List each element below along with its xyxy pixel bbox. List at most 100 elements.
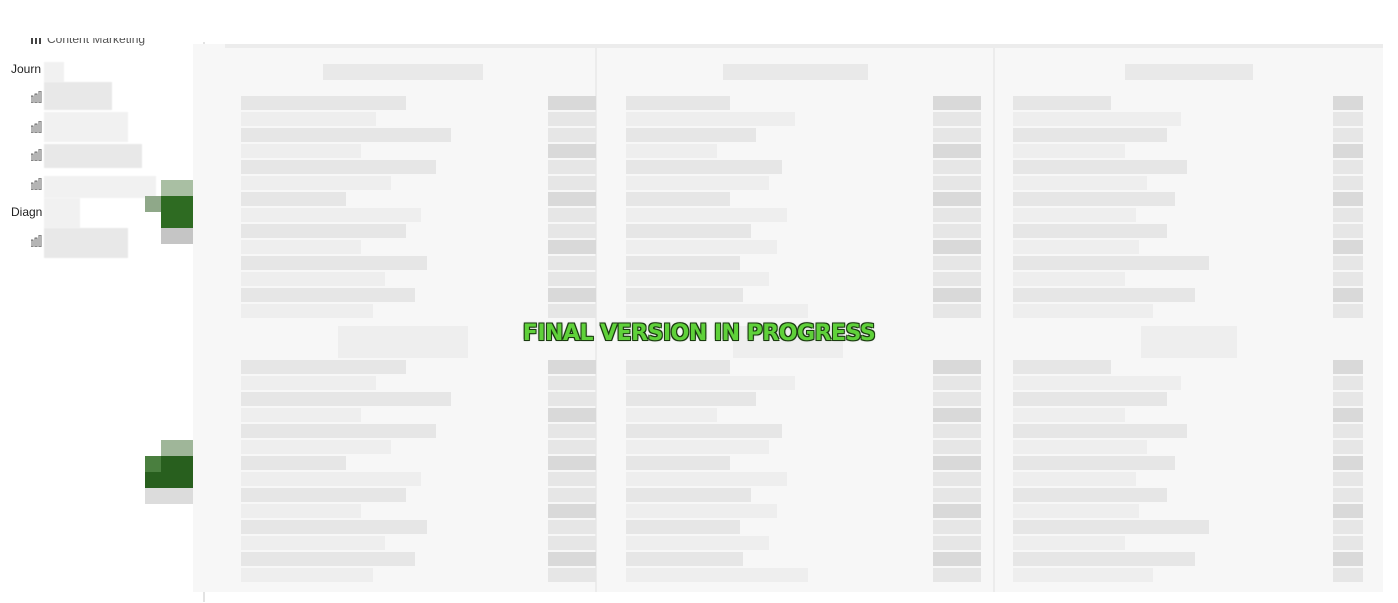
redacted-cell bbox=[626, 288, 743, 302]
redacted-label bbox=[44, 144, 142, 168]
watermark-text: FINAL VERSION IN PROGRESS bbox=[522, 321, 876, 346]
redacted-cell bbox=[1013, 224, 1167, 238]
redacted-cell bbox=[626, 504, 777, 518]
redacted-cell bbox=[548, 96, 596, 110]
sidebar-group-journeys[interactable]: Journ bbox=[11, 62, 41, 76]
redacted-cell bbox=[1333, 288, 1363, 302]
redacted-cell bbox=[548, 208, 596, 222]
redacted-cell bbox=[241, 176, 391, 190]
redacted-cell bbox=[933, 376, 981, 390]
redacted-cell bbox=[626, 256, 740, 270]
redacted-cell bbox=[626, 304, 808, 318]
redacted-cell bbox=[548, 376, 596, 390]
redacted-cell bbox=[1333, 504, 1363, 518]
redacted-cell bbox=[241, 144, 361, 158]
sidebar-subitem-4[interactable] bbox=[30, 177, 43, 195]
redacted-cell bbox=[1333, 424, 1363, 438]
redacted-cell bbox=[241, 360, 406, 374]
redacted-cell bbox=[626, 456, 730, 470]
redacted-cell bbox=[1013, 568, 1153, 582]
redacted-cell bbox=[548, 552, 596, 566]
bar-chart-icon bbox=[31, 38, 43, 44]
redacted-cell bbox=[241, 240, 361, 254]
sidebar-group-diagnostics[interactable]: Diagn bbox=[11, 205, 42, 219]
redacted-cell bbox=[1333, 144, 1363, 158]
redacted-label bbox=[44, 62, 64, 82]
redacted-cell bbox=[1333, 536, 1363, 550]
redacted-cell bbox=[241, 128, 451, 142]
redacted-cell bbox=[1333, 552, 1363, 566]
redacted-label bbox=[44, 112, 128, 142]
redacted-cell bbox=[548, 112, 596, 126]
redacted-cell bbox=[933, 568, 981, 582]
redacted-cell bbox=[1333, 392, 1363, 406]
redacted-cell bbox=[241, 568, 373, 582]
redacted-cell bbox=[241, 504, 361, 518]
redacted-cell bbox=[548, 472, 596, 486]
redacted-cell bbox=[1333, 568, 1363, 582]
redacted-cell bbox=[548, 304, 596, 318]
redacted-cell bbox=[933, 96, 981, 110]
redacted-cell bbox=[241, 440, 391, 454]
redacted-cell bbox=[1013, 304, 1153, 318]
redacted-cell bbox=[1013, 552, 1195, 566]
sidebar-subitem-2[interactable] bbox=[30, 120, 43, 138]
redacted-cell bbox=[933, 488, 981, 502]
redacted-cell bbox=[1013, 112, 1181, 126]
sidebar-subitem-5[interactable] bbox=[30, 234, 43, 252]
redacted-cell bbox=[933, 456, 981, 470]
redacted-cell bbox=[548, 392, 596, 406]
redacted-cell bbox=[1333, 208, 1363, 222]
sidebar-subitem-3[interactable] bbox=[30, 148, 43, 166]
redacted-cell bbox=[626, 144, 717, 158]
redacted-cell bbox=[241, 392, 451, 406]
redacted-cell bbox=[1013, 288, 1195, 302]
sidebar-item-content-marketing[interactable]: Content Marketing bbox=[31, 32, 146, 46]
redacted-cell bbox=[1333, 240, 1363, 254]
redacted-cell bbox=[241, 192, 346, 206]
redacted-cell bbox=[933, 424, 981, 438]
redacted-cell bbox=[1013, 456, 1175, 470]
redacted-cell bbox=[548, 192, 596, 206]
redacted-cell bbox=[1013, 392, 1167, 406]
redacted-cell bbox=[626, 360, 730, 374]
redacted-cell bbox=[1013, 520, 1209, 534]
redacted-cell bbox=[933, 520, 981, 534]
redacted-cell bbox=[1333, 472, 1363, 486]
redacted-cell bbox=[548, 224, 596, 238]
redacted-cell bbox=[1333, 256, 1363, 270]
redacted-cell bbox=[933, 288, 981, 302]
redacted-cell bbox=[1333, 440, 1363, 454]
bar-chart-icon bbox=[30, 120, 43, 137]
redacted-cell bbox=[626, 160, 782, 174]
redacted-cell bbox=[626, 208, 787, 222]
redacted-cell bbox=[548, 440, 596, 454]
redacted-cell bbox=[241, 376, 376, 390]
redacted-cell bbox=[241, 408, 361, 422]
redacted-cell bbox=[548, 288, 596, 302]
redacted-cell bbox=[241, 96, 406, 110]
redacted-cell bbox=[548, 360, 596, 374]
redacted-cell bbox=[548, 272, 596, 286]
redacted-cell bbox=[241, 288, 415, 302]
redacted-cell bbox=[548, 536, 596, 550]
redacted-cell bbox=[933, 504, 981, 518]
redacted-cell bbox=[933, 360, 981, 374]
redacted-cell bbox=[1013, 472, 1136, 486]
redacted-cell bbox=[626, 96, 730, 110]
sidebar-item-label: Content Marketing bbox=[47, 32, 146, 46]
redacted-cell bbox=[241, 456, 346, 470]
redacted-cell bbox=[626, 552, 743, 566]
redacted-cell bbox=[241, 256, 427, 270]
redacted-cell bbox=[933, 160, 981, 174]
redacted-cell bbox=[1333, 408, 1363, 422]
redacted-cell bbox=[933, 272, 981, 286]
sidebar-subitem-1[interactable] bbox=[30, 90, 43, 108]
redacted-cell bbox=[1013, 536, 1125, 550]
redacted-label bbox=[44, 198, 80, 228]
redacted-cell bbox=[1013, 192, 1175, 206]
redacted-cell bbox=[626, 520, 740, 534]
redacted-label bbox=[44, 228, 128, 258]
bar-chart-icon bbox=[30, 177, 43, 194]
redacted-cell bbox=[241, 160, 436, 174]
